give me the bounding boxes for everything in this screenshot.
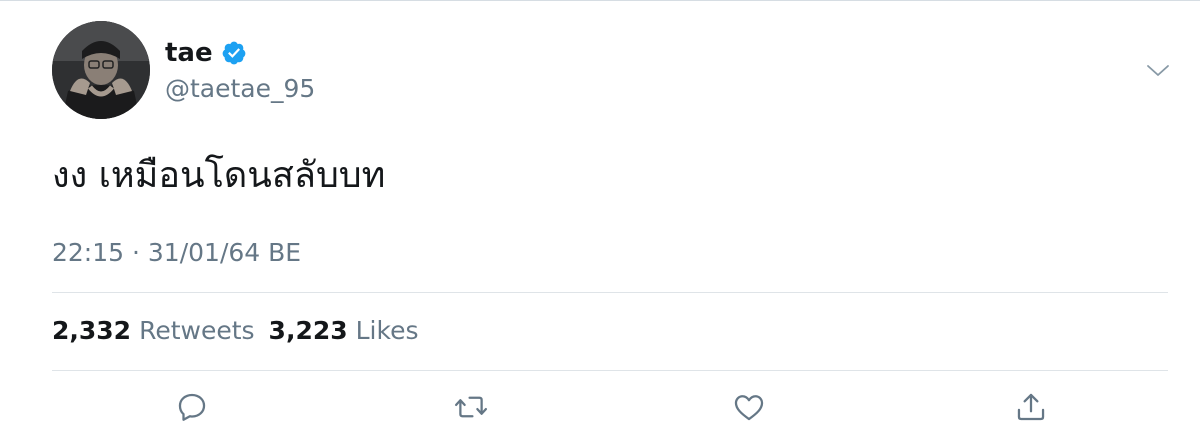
retweets-stat[interactable]: 2,332 Retweets <box>52 315 255 347</box>
tweet-text: งง เหมือนโดนสลับบท <box>52 155 386 196</box>
avatar[interactable] <box>52 21 150 119</box>
display-name[interactable]: tae <box>165 37 213 69</box>
meta-separator: · <box>132 238 140 267</box>
share-icon <box>1017 393 1045 421</box>
retweet-button[interactable] <box>453 389 489 425</box>
tweet-time: 22:15 <box>52 238 125 267</box>
reply-button[interactable] <box>174 389 210 425</box>
likes-stat[interactable]: 3,223 Likes <box>269 315 419 347</box>
avatar-image <box>52 21 150 119</box>
retweets-count: 2,332 <box>52 316 132 345</box>
heart-icon <box>734 395 764 421</box>
like-button[interactable] <box>731 389 767 425</box>
name-row: tae <box>165 37 247 69</box>
retweet-icon <box>454 396 488 418</box>
likes-label: Likes <box>355 316 419 345</box>
chevron-down-icon[interactable] <box>1146 61 1170 81</box>
retweets-label: Retweets <box>139 316 255 345</box>
tweet-date: 31/01/64 BE <box>147 238 302 267</box>
user-handle[interactable]: @taetae_95 <box>165 73 315 105</box>
tweet-stats: 2,332 Retweets 3,223 Likes <box>52 315 419 347</box>
likes-count: 3,223 <box>268 316 348 345</box>
action-bar <box>0 389 1200 429</box>
divider <box>52 292 1168 293</box>
tweet-timestamp[interactable]: 22:15 · 31/01/64 BE <box>52 237 301 269</box>
divider <box>52 370 1168 371</box>
tweet-card: tae @taetae_95 งง เหมือนโดนสลับบท 22:15 … <box>0 0 1200 443</box>
reply-icon <box>178 393 206 421</box>
verified-badge-icon <box>221 40 247 66</box>
share-button[interactable] <box>1013 389 1049 425</box>
